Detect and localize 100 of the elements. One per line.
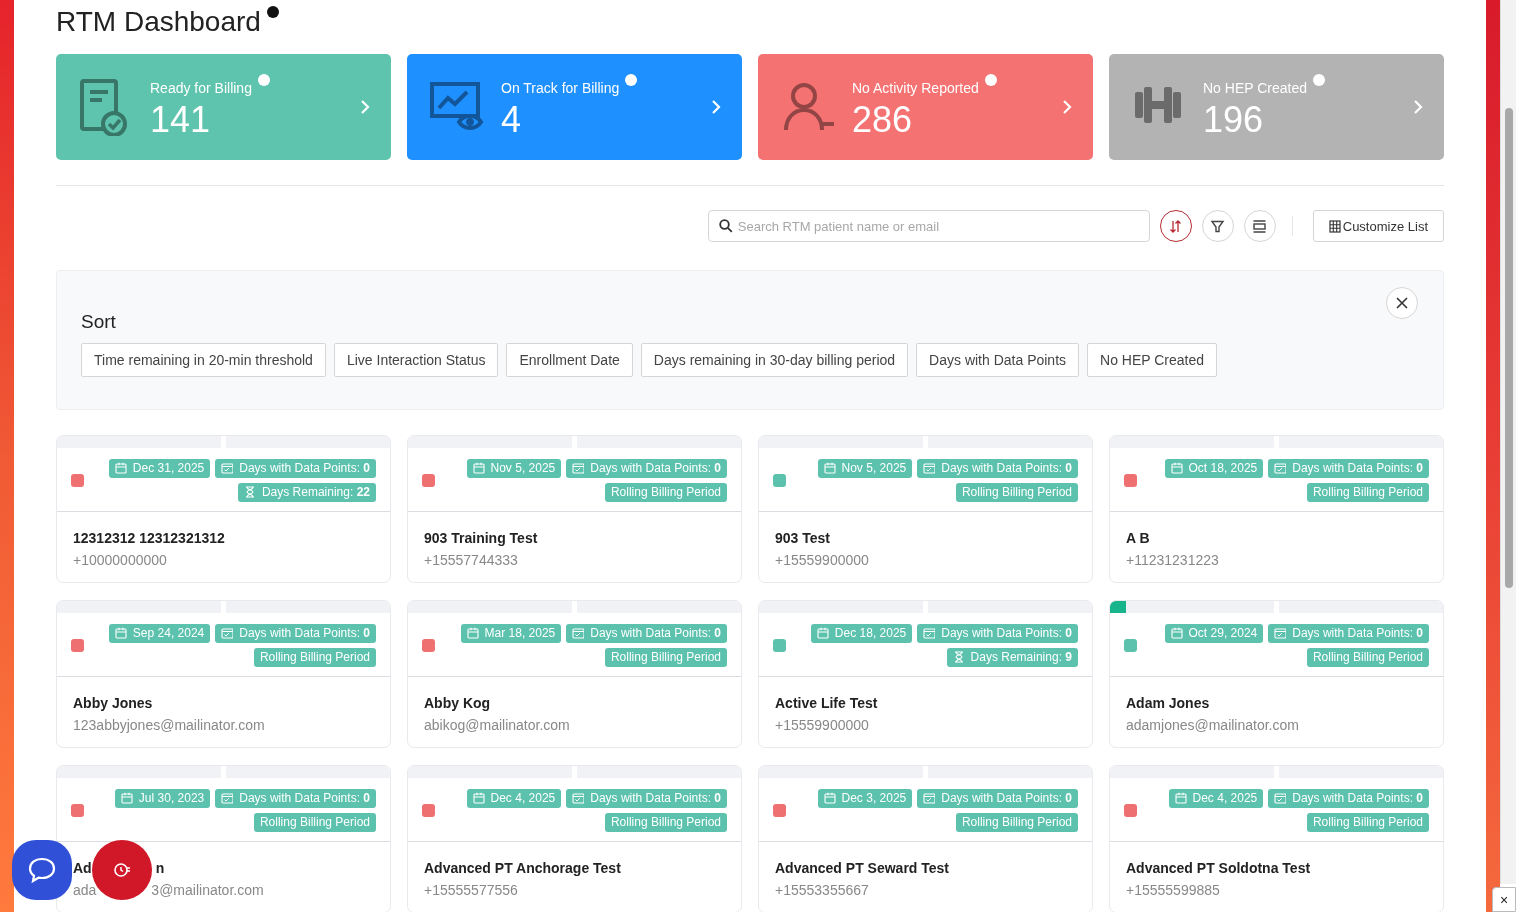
tag: Rolling Billing Period (253, 647, 376, 667)
patient-name: n (155, 859, 165, 878)
tag: Rolling Billing Period (955, 812, 1078, 832)
patient-card[interactable]: Sep 24, 2024 Days with Data Points: 0 Rolling Billing Period Abby Jones 123abbyjones@mailinator.com (56, 600, 391, 748)
sort-option[interactable]: Enrollment Date (506, 343, 633, 377)
patient-name: 903 Test (775, 529, 830, 548)
tag: Dec 18, 2025 (810, 623, 913, 643)
patient-contact: abikog@mailinator.com (424, 716, 570, 735)
tag: Oct 29, 2024 (1164, 623, 1264, 643)
tag: Dec 3, 2025 (817, 788, 913, 808)
tag: Days Remaining: 9 (946, 647, 1078, 667)
patient-name: 903 Training Test (424, 529, 538, 548)
tag: Days with Data Points: 0 (1268, 623, 1429, 643)
calendar-icon (466, 627, 479, 639)
chat-bubble-icon (27, 855, 57, 885)
tag: Days with Data Points: 0 (917, 788, 1078, 808)
patient-name: Advanced PT Anchorage Test (424, 859, 621, 878)
filter-icon (1210, 218, 1226, 234)
stat-label: On Track for Billing (501, 80, 620, 96)
tag: Jul 30, 2023 (114, 788, 211, 808)
tag: Rolling Billing Period (253, 812, 376, 832)
tag: Oct 18, 2025 (1164, 458, 1264, 478)
calendar-icon (1170, 627, 1183, 639)
panel-title: Sort (81, 311, 116, 333)
close-button[interactable]: × (1492, 887, 1516, 912)
tag: Rolling Billing Period (604, 812, 727, 832)
tag: Rolling Billing Period (955, 482, 1078, 502)
patient-name: Active Life Test (775, 694, 878, 713)
stat-count: 286 (852, 98, 914, 142)
toolbar-button[interactable] (1159, 210, 1192, 242)
calendar-check-icon (572, 627, 585, 639)
scrollbar[interactable] (1500, 0, 1516, 884)
patient-card[interactable]: Nov 5, 2025 Days with Data Points: 0 Rolling Billing Period 903 Test +15559900000 (758, 435, 1093, 583)
tag: Rolling Billing Period (604, 647, 727, 667)
stat-label: No Activity Reported (852, 80, 979, 96)
patient-card[interactable]: Nov 5, 2025 Days with Data Points: 0 Rolling Billing Period 903 Training Test +15557744333 (407, 435, 742, 583)
patient-card[interactable]: Mar 18, 2025 Days with Data Points: 0 Rolling Billing Period Abby Kog abikog@mailinator.com (407, 600, 742, 748)
page-title: RTM Dashboard (56, 5, 261, 39)
tag: Rolling Billing Period (1306, 812, 1429, 832)
patient-card[interactable]: Jul 30, 2023 Days with Data Points: 0 Rolling Billing Period Ad n ada 3@mailinator.com (56, 765, 391, 912)
calendar-icon (816, 627, 829, 639)
patient-name: A B (1126, 529, 1150, 548)
patient-card[interactable]: Dec 18, 2025 Days with Data Points: 0 Days Remaining: 9 Active Life Test +15559900000 (758, 600, 1093, 748)
customize-list-button[interactable]: Customize List (1312, 210, 1444, 242)
tag: Nov 5, 2025 (466, 458, 562, 478)
stat-label: No HEP Created (1203, 80, 1307, 96)
patient-card[interactable]: Dec 31, 2025 Days with Data Points: 0 Days Remaining: 22 12312312 12312321312 +10000000000 (56, 435, 391, 583)
calendar-icon (1170, 462, 1183, 474)
patient-card[interactable]: Oct 29, 2024 Days with Data Points: 0 Rolling Billing Period Adam Jones adamjones@mailinator.com (1109, 600, 1444, 748)
tag: Days with Data Points: 0 (215, 623, 376, 643)
patient-contact: +11231231223 (1126, 551, 1219, 570)
tag: Dec 4, 2025 (466, 788, 562, 808)
patient-contact: +15559900000 (775, 716, 869, 735)
sort-option[interactable]: No HEP Created (1087, 343, 1218, 377)
patient-contact: 3@mailinator.com (151, 881, 264, 900)
patient-contact: +15553355667 (775, 881, 869, 900)
calendar-check-icon (1274, 792, 1287, 804)
sort-option[interactable]: Days remaining in 30-day billing period (640, 343, 909, 377)
calendar-check-icon (923, 462, 936, 474)
patient-contact: +15557744333 (424, 551, 518, 570)
tag: Days with Data Points: 0 (566, 623, 727, 643)
close-button[interactable] (1386, 287, 1418, 319)
calendar-check-icon (1274, 462, 1287, 474)
tag: Dec 31, 2025 (108, 458, 211, 478)
patient-card[interactable]: Dec 3, 2025 Days with Data Points: 0 Rolling Billing Period Advanced PT Seward Test +15553355667 (758, 765, 1093, 912)
clock-icon (113, 861, 131, 879)
patient-card[interactable]: Oct 18, 2025 Days with Data Points: 0 Rolling Billing Period A B +11231231223 (1109, 435, 1444, 583)
search-field[interactable]: Search RTM patient name or email (707, 210, 1150, 242)
calendar-icon (114, 462, 127, 474)
patient-contact: +15559900000 (775, 551, 869, 570)
sort-option[interactable]: Live Interaction Status (333, 343, 499, 377)
tag: Nov 5, 2025 (817, 458, 913, 478)
search-icon (718, 219, 733, 233)
patient-card[interactable]: Dec 4, 2025 Days with Data Points: 0 Rolling Billing Period Advanced PT Soldotna Test +15555599885 (1109, 765, 1444, 912)
chevron-right-icon (710, 98, 722, 116)
patient-contact: +15555599885 (1126, 881, 1220, 900)
columns-icon (1328, 219, 1341, 233)
patient-contact: +10000000000 (73, 551, 167, 570)
tag: Days with Data Points: 0 (1268, 458, 1429, 478)
tag: Rolling Billing Period (1306, 647, 1429, 667)
calendar-check-icon (572, 462, 585, 474)
info-icon[interactable] (266, 6, 279, 18)
patient-card[interactable]: Dec 4, 2025 Days with Data Points: 0 Rolling Billing Period Advanced PT Anchorage Test +15555577556 (407, 765, 742, 912)
close-icon (1395, 296, 1409, 310)
calendar-icon (472, 462, 485, 474)
sort-option[interactable]: Time remaining in 20-min threshold (81, 343, 326, 377)
tag: Mar 18, 2025 (460, 623, 562, 643)
calendar-icon (1174, 792, 1187, 804)
patient-contact: +15555577556 (424, 881, 518, 900)
patient-name: Advanced PT Soldotna Test (1126, 859, 1311, 878)
calendar-check-icon (221, 627, 234, 639)
chevron-right-icon (1061, 98, 1073, 116)
tag: Days with Data Points: 0 (566, 458, 727, 478)
patient-contact: 123abbyjones@mailinator.com (73, 716, 265, 735)
tag: Rolling Billing Period (1306, 482, 1429, 502)
tag: Days with Data Points: 0 (566, 788, 727, 808)
sort-option[interactable]: Days with Data Points (916, 343, 1080, 377)
patient-name: Ad (73, 859, 92, 878)
hourglass-icon (952, 651, 965, 663)
patient-name: Abby Jones (73, 694, 153, 713)
